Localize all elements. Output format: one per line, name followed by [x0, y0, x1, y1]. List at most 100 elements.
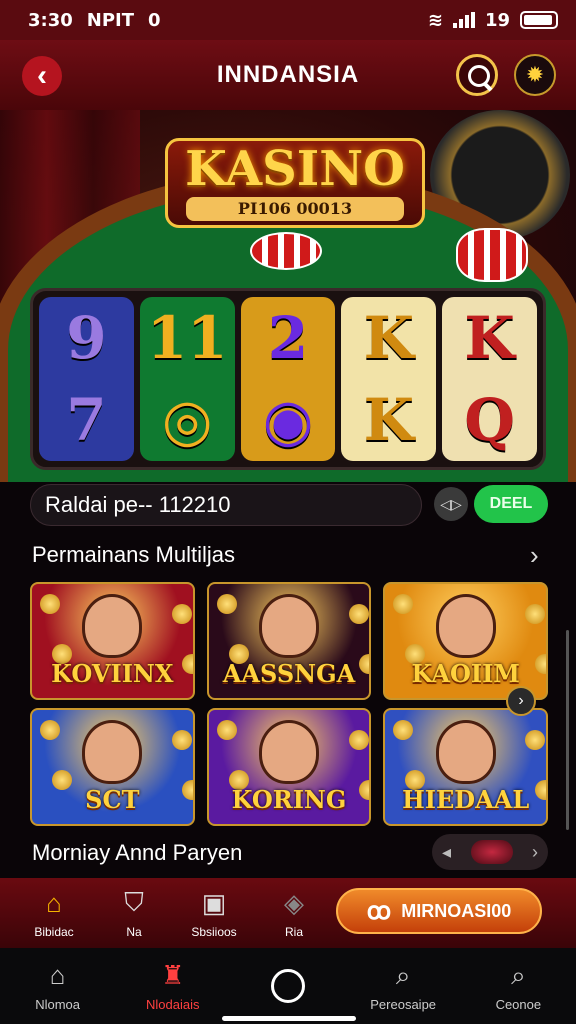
nav-icon: ▣: [201, 887, 227, 918]
reel-symbol: ◉: [262, 386, 314, 454]
bottom-nav-item[interactable]: ♜ Nlodaiais: [118, 948, 228, 1024]
coin-icon: [535, 780, 547, 800]
secondary-nav-item[interactable]: ⛉ Na: [94, 878, 174, 948]
promo-icon: ꝏ: [366, 897, 392, 925]
game-tile[interactable]: AASSNGA: [206, 582, 372, 700]
game-title: AASSNGA: [222, 659, 356, 688]
cta-label: MIRNOASI00: [401, 900, 512, 921]
game-character: [82, 720, 143, 784]
nav-label: Bibidac: [34, 925, 74, 939]
home-button[interactable]: [233, 948, 343, 1024]
status-time: 3:30: [28, 9, 73, 31]
status-carrier: NPIT: [86, 9, 135, 31]
game-tile[interactable]: KORING: [206, 708, 372, 826]
settings-button[interactable]: ✹: [514, 54, 556, 96]
nav-label: Na: [126, 925, 142, 939]
reel-3: 2 ◉: [240, 297, 336, 461]
status-notification-badge: 0: [148, 9, 161, 31]
section-more-arrow[interactable]: ›: [530, 540, 539, 571]
game-title: SCT: [85, 785, 140, 814]
game-title: KOVIINX: [51, 659, 174, 688]
coin-icon: [525, 604, 546, 624]
section2-control[interactable]: ◂ ›: [432, 834, 548, 870]
game-character: [435, 594, 496, 658]
pill-left-icon: ◂: [442, 841, 452, 862]
game-character: [258, 720, 319, 784]
coin-icon: [393, 594, 414, 614]
reel-1: 97: [39, 297, 134, 461]
scrollbar[interactable]: [566, 630, 569, 830]
hero-banner[interactable]: KASINO PI106 00013 9 7 11 ◎ 2 ◉ K K K Q: [0, 110, 576, 482]
game-character: [82, 594, 143, 658]
reel-symbol: 11: [146, 304, 228, 372]
carousel-next-button[interactable]: ›: [506, 686, 536, 716]
logo-title: KASINO: [185, 141, 405, 197]
game-tile[interactable]: KOVIINX: [30, 582, 195, 700]
section-title-multiplayer: Permainans Multiljas: [32, 542, 235, 567]
back-button[interactable]: ‹: [22, 56, 62, 96]
nav-label: Pereosaipe: [370, 996, 437, 1012]
cta-button[interactable]: ꝏ MIRNOASI00: [336, 888, 542, 934]
jackpot-display: Raldai pe-- 112210: [30, 484, 422, 526]
battery-icon: [520, 11, 558, 29]
reel-symbol: ◎: [161, 386, 213, 454]
reel-symbol: 2: [267, 304, 309, 372]
bottom-nav-item[interactable]: ⌂ Nlomoa: [3, 948, 113, 1024]
game-tile[interactable]: HIEDAAL: [383, 708, 548, 826]
home-indicator: [222, 1016, 356, 1021]
nav-label: Nlodaiais: [146, 996, 200, 1012]
coin-icon: [535, 654, 547, 674]
secondary-nav-item[interactable]: ⌂ Bibidac: [14, 878, 94, 948]
nav-icon: ♜: [161, 960, 185, 990]
logo-subtitle: PI106 00013: [186, 197, 404, 221]
search-button[interactable]: [456, 54, 498, 96]
game-title: KORING: [231, 785, 347, 814]
secondary-nav-item[interactable]: ▣ Sbsiioos: [174, 878, 254, 948]
nav-label: Nlomoa: [35, 996, 80, 1012]
play-pause-button[interactable]: ◁▷: [434, 487, 468, 521]
reel-symbol: 7: [66, 386, 107, 454]
deal-button[interactable]: DEEL: [474, 485, 548, 523]
status-bar: 3:30 NPIT 0 ≋ 19: [0, 0, 576, 40]
slot-reels[interactable]: 9 7 11 ◎ 2 ◉ K K K Q: [30, 288, 546, 470]
nav-icon: ⌂: [49, 960, 66, 990]
game-tile[interactable]: SCT: [30, 708, 195, 826]
coin-icon: [40, 594, 60, 614]
coin-icon: [182, 780, 193, 800]
reel-symbol: Q: [464, 386, 515, 454]
nav-label: Sbsiioos: [191, 925, 237, 939]
chevron-left-icon: ‹: [37, 59, 47, 92]
bottom-nav-item[interactable]: ⌕ Pereosaipe: [348, 948, 458, 1024]
game-grid: KOVIINX AASSNGA KAOIIM SCT KORING HIEDAAL: [30, 582, 548, 826]
secondary-nav-item[interactable]: ◈ Ria: [254, 878, 334, 948]
coin-icon: [40, 720, 60, 740]
reel-symbol: K: [363, 304, 414, 372]
chip-stack-left: [250, 232, 322, 270]
nav-icon: ⛉: [124, 887, 144, 917]
wifi-icon: ≋: [427, 9, 443, 31]
coin-icon: [348, 730, 369, 750]
reel-2: 11 ◎: [139, 297, 235, 461]
game-tile[interactable]: KAOIIM: [383, 582, 548, 700]
reel-4: KK: [341, 297, 437, 461]
game-character: [258, 594, 319, 658]
nav-label: Ceonoe: [495, 996, 542, 1012]
bottom-nav-item[interactable]: ⌕ Ceonoe: [463, 948, 573, 1024]
nav-icon: ⌕: [395, 959, 411, 990]
signal-icon: [452, 12, 475, 28]
coin-icon: [348, 604, 369, 624]
coin-icon: [172, 730, 192, 750]
coin-icon: [216, 594, 237, 614]
nav-icon: ⌂: [46, 887, 62, 918]
reel-5: KQ: [442, 297, 537, 461]
game-title: KAOIIM: [411, 659, 520, 688]
coin-icon: [216, 720, 237, 740]
coin-icon: [52, 770, 72, 790]
casino-logo: KASINO PI106 00013: [165, 138, 425, 228]
status-signal-text: 19: [484, 9, 510, 31]
pill-thumbnail: [470, 840, 513, 864]
coin-icon: [172, 604, 192, 624]
game-title: HIEDAAL: [402, 785, 530, 814]
reel-symbol: 9: [66, 304, 107, 372]
section-title-morning: Morniay Annd Paryen: [32, 840, 243, 865]
